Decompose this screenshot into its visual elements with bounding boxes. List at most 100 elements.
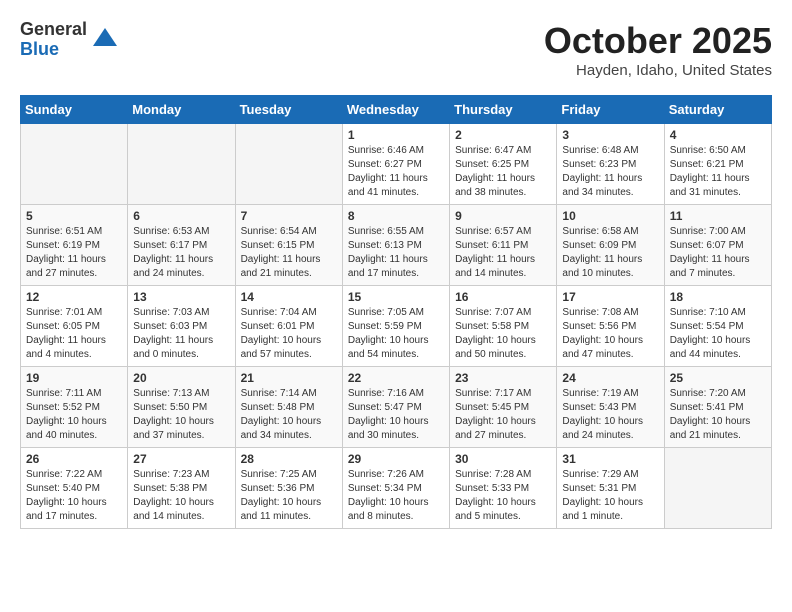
day-info: Sunrise: 7:10 AM Sunset: 5:54 PM Dayligh…	[670, 306, 766, 362]
day-info: Sunrise: 7:29 AM Sunset: 5:31 PM Dayligh…	[562, 468, 658, 524]
location: Hayden, Idaho, United States	[544, 62, 772, 79]
day-info: Sunrise: 7:13 AM Sunset: 5:50 PM Dayligh…	[133, 387, 229, 443]
calendar-cell: 29 Sunrise: 7:26 AM Sunset: 5:34 PM Dayli…	[342, 448, 449, 529]
day-number: 16	[455, 290, 551, 304]
day-info: Sunrise: 6:48 AM Sunset: 6:23 PM Dayligh…	[562, 144, 658, 200]
day-info: Sunrise: 7:22 AM Sunset: 5:40 PM Dayligh…	[26, 468, 122, 524]
day-number: 10	[562, 209, 658, 223]
day-number: 5	[26, 209, 122, 223]
calendar-cell: 8Sunrise: 6:55 AM Sunset: 6:13 PM Daylig…	[342, 205, 449, 286]
day-number: 7	[241, 209, 337, 223]
calendar-cell: 7 Sunrise: 6:54 AM Sunset: 6:15 PM Daylig…	[235, 205, 342, 286]
day-number: 11	[670, 209, 766, 223]
day-info: Sunrise: 7:28 AM Sunset: 5:33 PM Dayligh…	[455, 468, 551, 524]
calendar-week-5: 26 Sunrise: 7:22 AM Sunset: 5:40 PM Dayli…	[21, 448, 772, 529]
calendar-cell: 6 Sunrise: 6:53 AM Sunset: 6:17 PM Daylig…	[128, 205, 235, 286]
calendar-cell: 28Sunrise: 7:25 AM Sunset: 5:36 PM Dayli…	[235, 448, 342, 529]
day-info: Sunrise: 7:20 AM Sunset: 5:41 PM Dayligh…	[670, 387, 766, 443]
calendar-cell: 30Sunrise: 7:28 AM Sunset: 5:33 PM Dayli…	[450, 448, 557, 529]
weekday-header-tuesday: Tuesday	[235, 96, 342, 124]
day-number: 3	[562, 128, 658, 142]
weekday-header-monday: Monday	[128, 96, 235, 124]
calendar-cell: 23Sunrise: 7:17 AM Sunset: 5:45 PM Dayli…	[450, 367, 557, 448]
day-number: 2	[455, 128, 551, 142]
day-info: Sunrise: 7:00 AM Sunset: 6:07 PM Dayligh…	[670, 225, 766, 281]
day-info: Sunrise: 7:01 AM Sunset: 6:05 PM Dayligh…	[26, 306, 122, 362]
day-info: Sunrise: 7:26 AM Sunset: 5:34 PM Dayligh…	[348, 468, 444, 524]
day-number: 24	[562, 371, 658, 385]
day-info: Sunrise: 6:55 AM Sunset: 6:13 PM Dayligh…	[348, 225, 444, 281]
calendar-cell: 13 Sunrise: 7:03 AM Sunset: 6:03 PM Dayli…	[128, 286, 235, 367]
calendar-cell	[128, 124, 235, 205]
day-info: Sunrise: 6:46 AM Sunset: 6:27 PM Dayligh…	[348, 144, 444, 200]
calendar-cell: 1 Sunrise: 6:46 AM Sunset: 6:27 PM Daylig…	[342, 124, 449, 205]
day-number: 20	[133, 371, 229, 385]
day-number: 25	[670, 371, 766, 385]
day-info: Sunrise: 6:58 AM Sunset: 6:09 PM Dayligh…	[562, 225, 658, 281]
day-number: 22	[348, 371, 444, 385]
day-number: 12	[26, 290, 122, 304]
day-info: Sunrise: 6:51 AM Sunset: 6:19 PM Dayligh…	[26, 225, 122, 281]
calendar-cell: 14 Sunrise: 7:04 AM Sunset: 6:01 PM Dayli…	[235, 286, 342, 367]
logo: General Blue	[20, 20, 119, 60]
calendar-cell: 12 Sunrise: 7:01 AM Sunset: 6:05 PM Dayli…	[21, 286, 128, 367]
day-info: Sunrise: 7:07 AM Sunset: 5:58 PM Dayligh…	[455, 306, 551, 362]
calendar-cell: 2 Sunrise: 6:47 AM Sunset: 6:25 PM Daylig…	[450, 124, 557, 205]
day-number: 18	[670, 290, 766, 304]
day-number: 27	[133, 452, 229, 466]
calendar-cell: 15 Sunrise: 7:05 AM Sunset: 5:59 PM Dayli…	[342, 286, 449, 367]
weekday-header-saturday: Saturday	[664, 96, 771, 124]
day-number: 15	[348, 290, 444, 304]
day-info: Sunrise: 7:19 AM Sunset: 5:43 PM Dayligh…	[562, 387, 658, 443]
day-number: 17	[562, 290, 658, 304]
day-number: 9	[455, 209, 551, 223]
calendar-cell	[235, 124, 342, 205]
weekday-header-sunday: Sunday	[21, 96, 128, 124]
calendar-week-2: 5 Sunrise: 6:51 AM Sunset: 6:19 PM Daylig…	[21, 205, 772, 286]
calendar-cell	[664, 448, 771, 529]
calendar-week-1: 1 Sunrise: 6:46 AM Sunset: 6:27 PM Daylig…	[21, 124, 772, 205]
day-info: Sunrise: 6:57 AM Sunset: 6:11 PM Dayligh…	[455, 225, 551, 281]
day-info: Sunrise: 7:04 AM Sunset: 6:01 PM Dayligh…	[241, 306, 337, 362]
weekday-header-friday: Friday	[557, 96, 664, 124]
weekday-header-row: SundayMondayTuesdayWednesdayThursdayFrid…	[21, 96, 772, 124]
day-number: 6	[133, 209, 229, 223]
day-info: Sunrise: 7:25 AM Sunset: 5:36 PM Dayligh…	[241, 468, 337, 524]
calendar-cell: 19Sunrise: 7:11 AM Sunset: 5:52 PM Dayli…	[21, 367, 128, 448]
day-info: Sunrise: 7:05 AM Sunset: 5:59 PM Dayligh…	[348, 306, 444, 362]
day-info: Sunrise: 6:54 AM Sunset: 6:15 PM Dayligh…	[241, 225, 337, 281]
day-info: Sunrise: 7:14 AM Sunset: 5:48 PM Dayligh…	[241, 387, 337, 443]
day-number: 13	[133, 290, 229, 304]
day-number: 29	[348, 452, 444, 466]
day-info: Sunrise: 7:16 AM Sunset: 5:47 PM Dayligh…	[348, 387, 444, 443]
day-number: 31	[562, 452, 658, 466]
day-info: Sunrise: 6:53 AM Sunset: 6:17 PM Dayligh…	[133, 225, 229, 281]
calendar-cell: 20 Sunrise: 7:13 AM Sunset: 5:50 PM Dayli…	[128, 367, 235, 448]
calendar-cell: 31 Sunrise: 7:29 AM Sunset: 5:31 PM Dayli…	[557, 448, 664, 529]
logo-general-text: General	[20, 20, 87, 40]
calendar-week-3: 12 Sunrise: 7:01 AM Sunset: 6:05 PM Dayli…	[21, 286, 772, 367]
day-info: Sunrise: 7:03 AM Sunset: 6:03 PM Dayligh…	[133, 306, 229, 362]
calendar-cell: 11 Sunrise: 7:00 AM Sunset: 6:07 PM Dayli…	[664, 205, 771, 286]
day-number: 23	[455, 371, 551, 385]
calendar-cell: 10 Sunrise: 6:58 AM Sunset: 6:09 PM Dayli…	[557, 205, 664, 286]
calendar-cell: 27Sunrise: 7:23 AM Sunset: 5:38 PM Dayli…	[128, 448, 235, 529]
logo-blue-text: Blue	[20, 40, 87, 60]
day-number: 14	[241, 290, 337, 304]
title-block: October 2025 Hayden, Idaho, United State…	[544, 20, 772, 79]
day-number: 1	[348, 128, 444, 142]
day-info: Sunrise: 6:47 AM Sunset: 6:25 PM Dayligh…	[455, 144, 551, 200]
calendar-cell: 25 Sunrise: 7:20 AM Sunset: 5:41 PM Dayli…	[664, 367, 771, 448]
calendar-cell: 16 Sunrise: 7:07 AM Sunset: 5:58 PM Dayli…	[450, 286, 557, 367]
day-number: 26	[26, 452, 122, 466]
month-title: October 2025	[544, 20, 772, 62]
calendar-cell: 4Sunrise: 6:50 AM Sunset: 6:21 PM Daylig…	[664, 124, 771, 205]
day-number: 19	[26, 371, 122, 385]
weekday-header-wednesday: Wednesday	[342, 96, 449, 124]
day-number: 21	[241, 371, 337, 385]
day-info: Sunrise: 7:08 AM Sunset: 5:56 PM Dayligh…	[562, 306, 658, 362]
calendar-cell: 3 Sunrise: 6:48 AM Sunset: 6:23 PM Daylig…	[557, 124, 664, 205]
page-header: General Blue October 2025 Hayden, Idaho,…	[20, 20, 772, 79]
calendar-cell: 17 Sunrise: 7:08 AM Sunset: 5:56 PM Dayli…	[557, 286, 664, 367]
calendar-cell: 24 Sunrise: 7:19 AM Sunset: 5:43 PM Dayli…	[557, 367, 664, 448]
